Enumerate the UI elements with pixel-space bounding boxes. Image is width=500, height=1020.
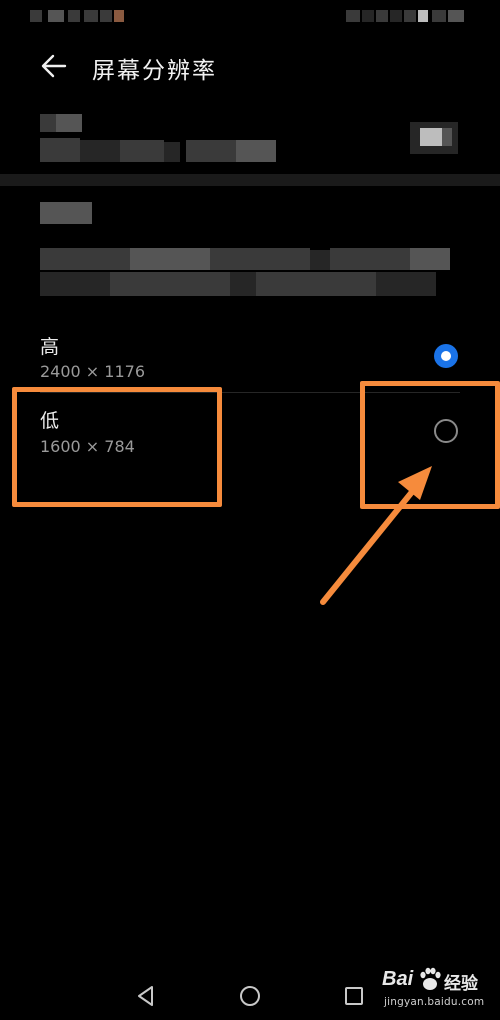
nav-recents-button[interactable] xyxy=(342,984,366,1008)
annotation-arrow-icon xyxy=(320,466,432,605)
nav-back-button[interactable] xyxy=(134,984,158,1008)
watermark-brand: Bai xyxy=(382,968,414,990)
watermark-url: jingyan.baidu.com xyxy=(384,996,485,1008)
nav-home-button[interactable] xyxy=(238,984,262,1008)
baidu-jingyan-watermark: Bai 经验 jingyan.baidu.com xyxy=(380,962,498,1014)
square-recents-icon xyxy=(345,987,363,1005)
paw-icon xyxy=(420,967,441,990)
circle-home-icon xyxy=(240,986,260,1006)
triangle-back-icon xyxy=(138,986,153,1006)
watermark-suffix: 经验 xyxy=(444,974,478,994)
